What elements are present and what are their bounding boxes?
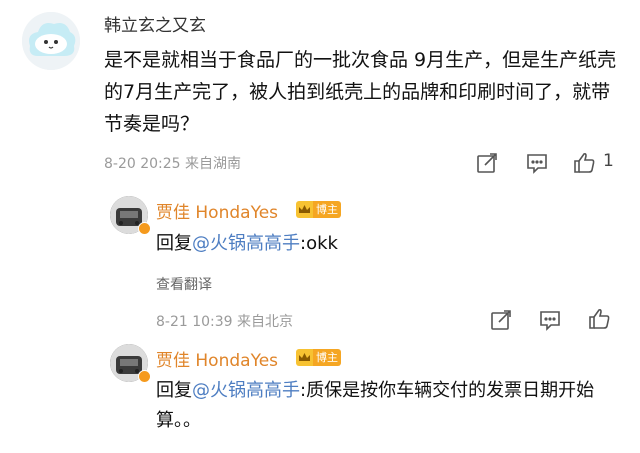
verified-icon [138, 370, 151, 383]
reply-author[interactable]: 贾佳 HondaYes [156, 346, 278, 371]
reply-text: 回复@火锅高高手:okk [156, 229, 338, 259]
translate-link[interactable]: 查看翻译 [156, 274, 212, 294]
verified-icon [138, 222, 151, 235]
like-icon[interactable] [573, 151, 595, 173]
share-icon[interactable] [476, 152, 498, 174]
comment-icon[interactable] [539, 309, 561, 331]
mention-link[interactable]: @火锅高高手 [192, 380, 300, 401]
comment-author[interactable]: 韩立玄之又玄 [104, 11, 206, 36]
reply-content: :okk [300, 233, 338, 254]
comment-text: 是不是就相当于食品厂的一批次食品 9月生产，但是生产纸壳的7月生产完了，被人拍到… [104, 49, 617, 135]
share-icon[interactable] [490, 309, 512, 331]
like-icon[interactable] [588, 307, 610, 329]
reply-meta: 8-21 10:39 来自北京 [156, 314, 294, 330]
author-badge: 博主 [296, 201, 341, 218]
reply-prefix: 回复 [156, 233, 192, 254]
reply-author[interactable]: 贾佳 HondaYes [156, 198, 278, 223]
badge-label: 博主 [313, 349, 341, 366]
mention-link[interactable]: @火锅高高手 [192, 233, 300, 254]
crown-icon [296, 201, 313, 218]
comment-icon[interactable] [526, 152, 548, 174]
avatar[interactable] [22, 12, 80, 70]
author-badge: 博主 [296, 349, 341, 366]
comment-meta: 8-20 20:25 来自湖南 [104, 156, 242, 172]
crown-icon [296, 349, 313, 366]
badge-label: 博主 [313, 201, 341, 218]
like-count: 1 [603, 151, 614, 171]
reply-prefix: 回复 [156, 380, 192, 401]
reply-text: 回复@火锅高高手:质保是按你车辆交付的发票日期开始算。。 [156, 376, 616, 436]
